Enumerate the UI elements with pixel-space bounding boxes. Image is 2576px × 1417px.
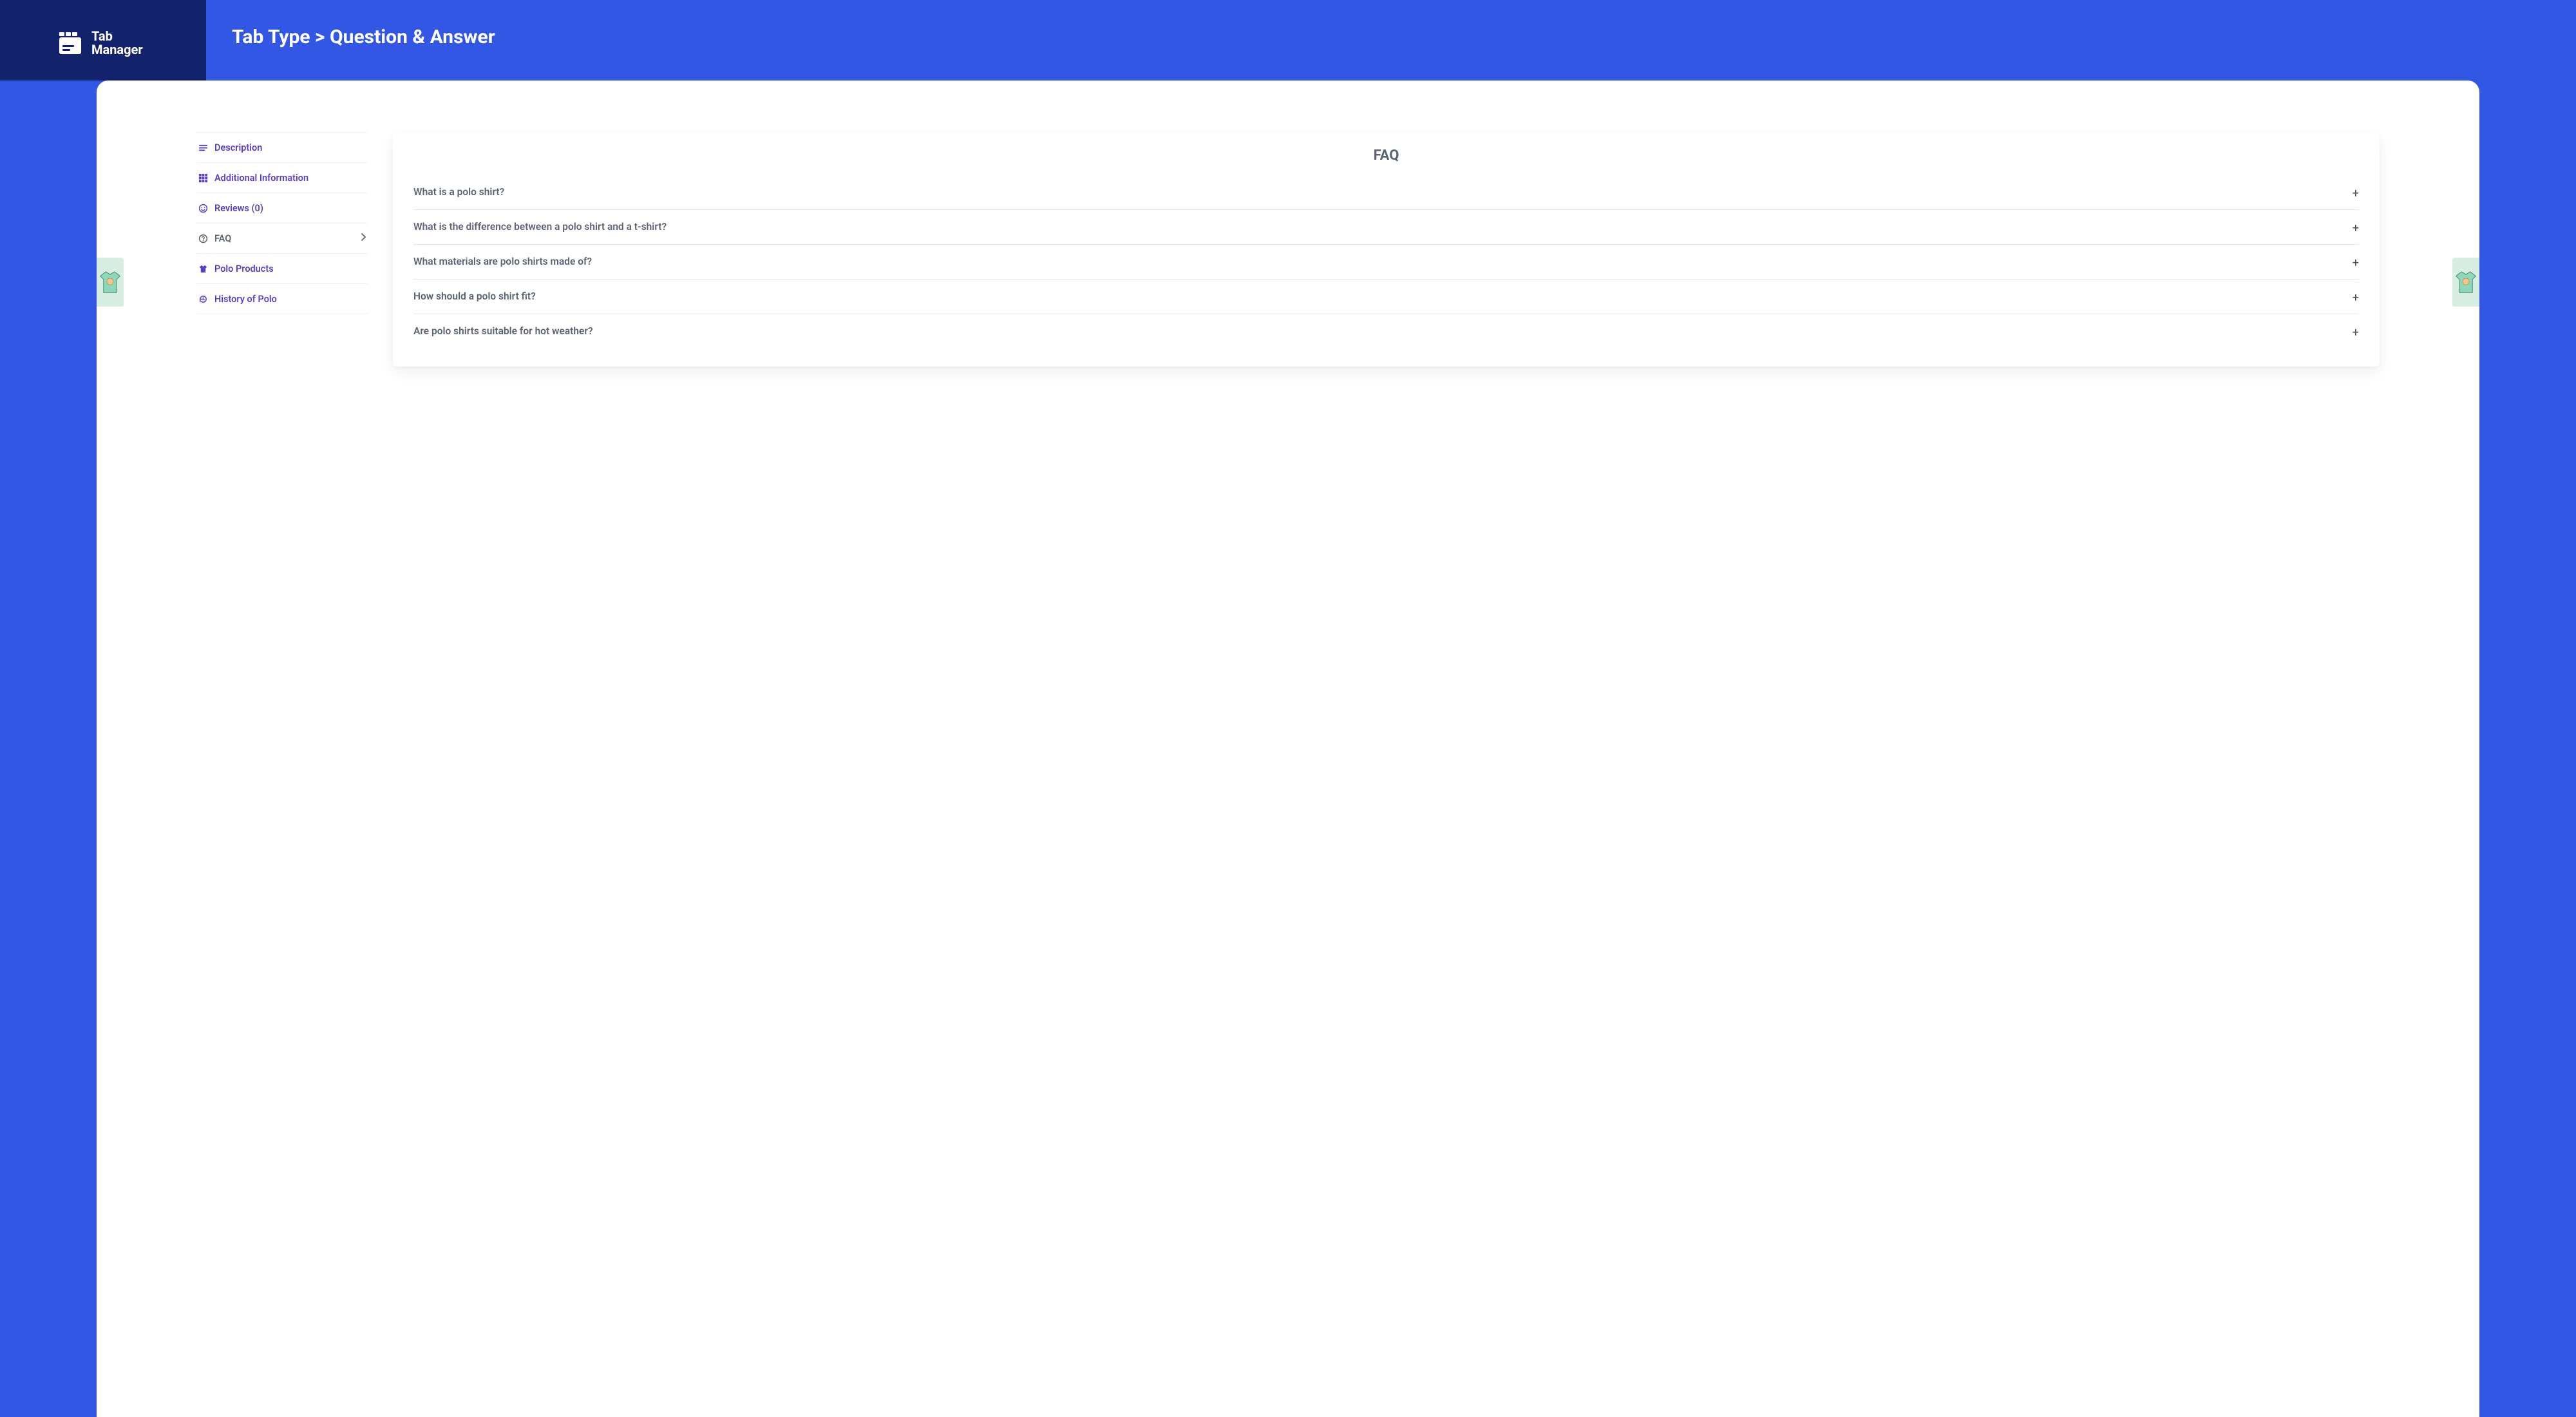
history-icon <box>198 294 208 304</box>
tab-label: Polo Products <box>214 263 274 274</box>
faq-list: What is a polo shirt? + What is the diff… <box>413 175 2359 348</box>
product-peek-right[interactable] <box>2452 258 2479 307</box>
grid-icon <box>198 173 208 183</box>
tshirt-thumb-icon <box>2455 269 2477 295</box>
faq-panel: FAQ What is a polo shirt? + What is the … <box>393 132 2380 366</box>
brand-logo-icon <box>58 31 82 55</box>
faq-question: What is a polo shirt? <box>413 186 504 198</box>
faq-question: What materials are polo shirts made of? <box>413 256 592 267</box>
tab-label: Description <box>214 142 262 153</box>
plus-icon: + <box>2353 323 2359 339</box>
faq-item[interactable]: What is the difference between a polo sh… <box>413 210 2359 245</box>
product-peek-left[interactable] <box>97 258 124 307</box>
plus-icon: + <box>2353 184 2359 200</box>
plus-icon: + <box>2353 254 2359 269</box>
main-card: Description Additional Information Revie… <box>97 81 2479 1417</box>
faq-question: Are polo shirts suitable for hot weather… <box>413 325 593 337</box>
tab-reviews[interactable]: Reviews (0) <box>196 193 367 223</box>
brand-logo: Tab Manager <box>58 30 143 57</box>
tab-faq[interactable]: FAQ <box>196 223 367 254</box>
faq-question: What is the difference between a polo sh… <box>413 221 667 233</box>
product-tabs: Description Additional Information Revie… <box>196 132 367 314</box>
faq-question: How should a polo shirt fit? <box>413 290 536 302</box>
faq-item[interactable]: What is a polo shirt? + <box>413 175 2359 210</box>
faq-item[interactable]: Are polo shirts suitable for hot weather… <box>413 314 2359 348</box>
plus-icon: + <box>2353 219 2359 234</box>
question-icon <box>198 233 208 243</box>
tab-label: Additional Information <box>214 173 308 184</box>
tab-polo-products[interactable]: Polo Products <box>196 254 367 284</box>
breadcrumb: Tab Type > Question & Answer <box>232 26 495 48</box>
tab-label: Reviews (0) <box>214 203 263 214</box>
tshirt-thumb-icon <box>99 269 121 295</box>
smile-icon <box>198 203 208 213</box>
lines-icon <box>198 142 208 153</box>
tab-additional-info[interactable]: Additional Information <box>196 163 367 193</box>
faq-item[interactable]: How should a polo shirt fit? + <box>413 280 2359 314</box>
brand-name: Tab Manager <box>91 30 143 57</box>
tab-label: FAQ <box>214 233 231 244</box>
tab-history[interactable]: History of Polo <box>196 284 367 314</box>
tab-description[interactable]: Description <box>196 133 367 163</box>
faq-title: FAQ <box>413 147 2359 164</box>
faq-item[interactable]: What materials are polo shirts made of? … <box>413 245 2359 280</box>
shirt-icon <box>198 263 208 274</box>
chevron-right-icon <box>361 233 366 243</box>
tab-label: History of Polo <box>214 294 277 305</box>
plus-icon: + <box>2353 289 2359 304</box>
